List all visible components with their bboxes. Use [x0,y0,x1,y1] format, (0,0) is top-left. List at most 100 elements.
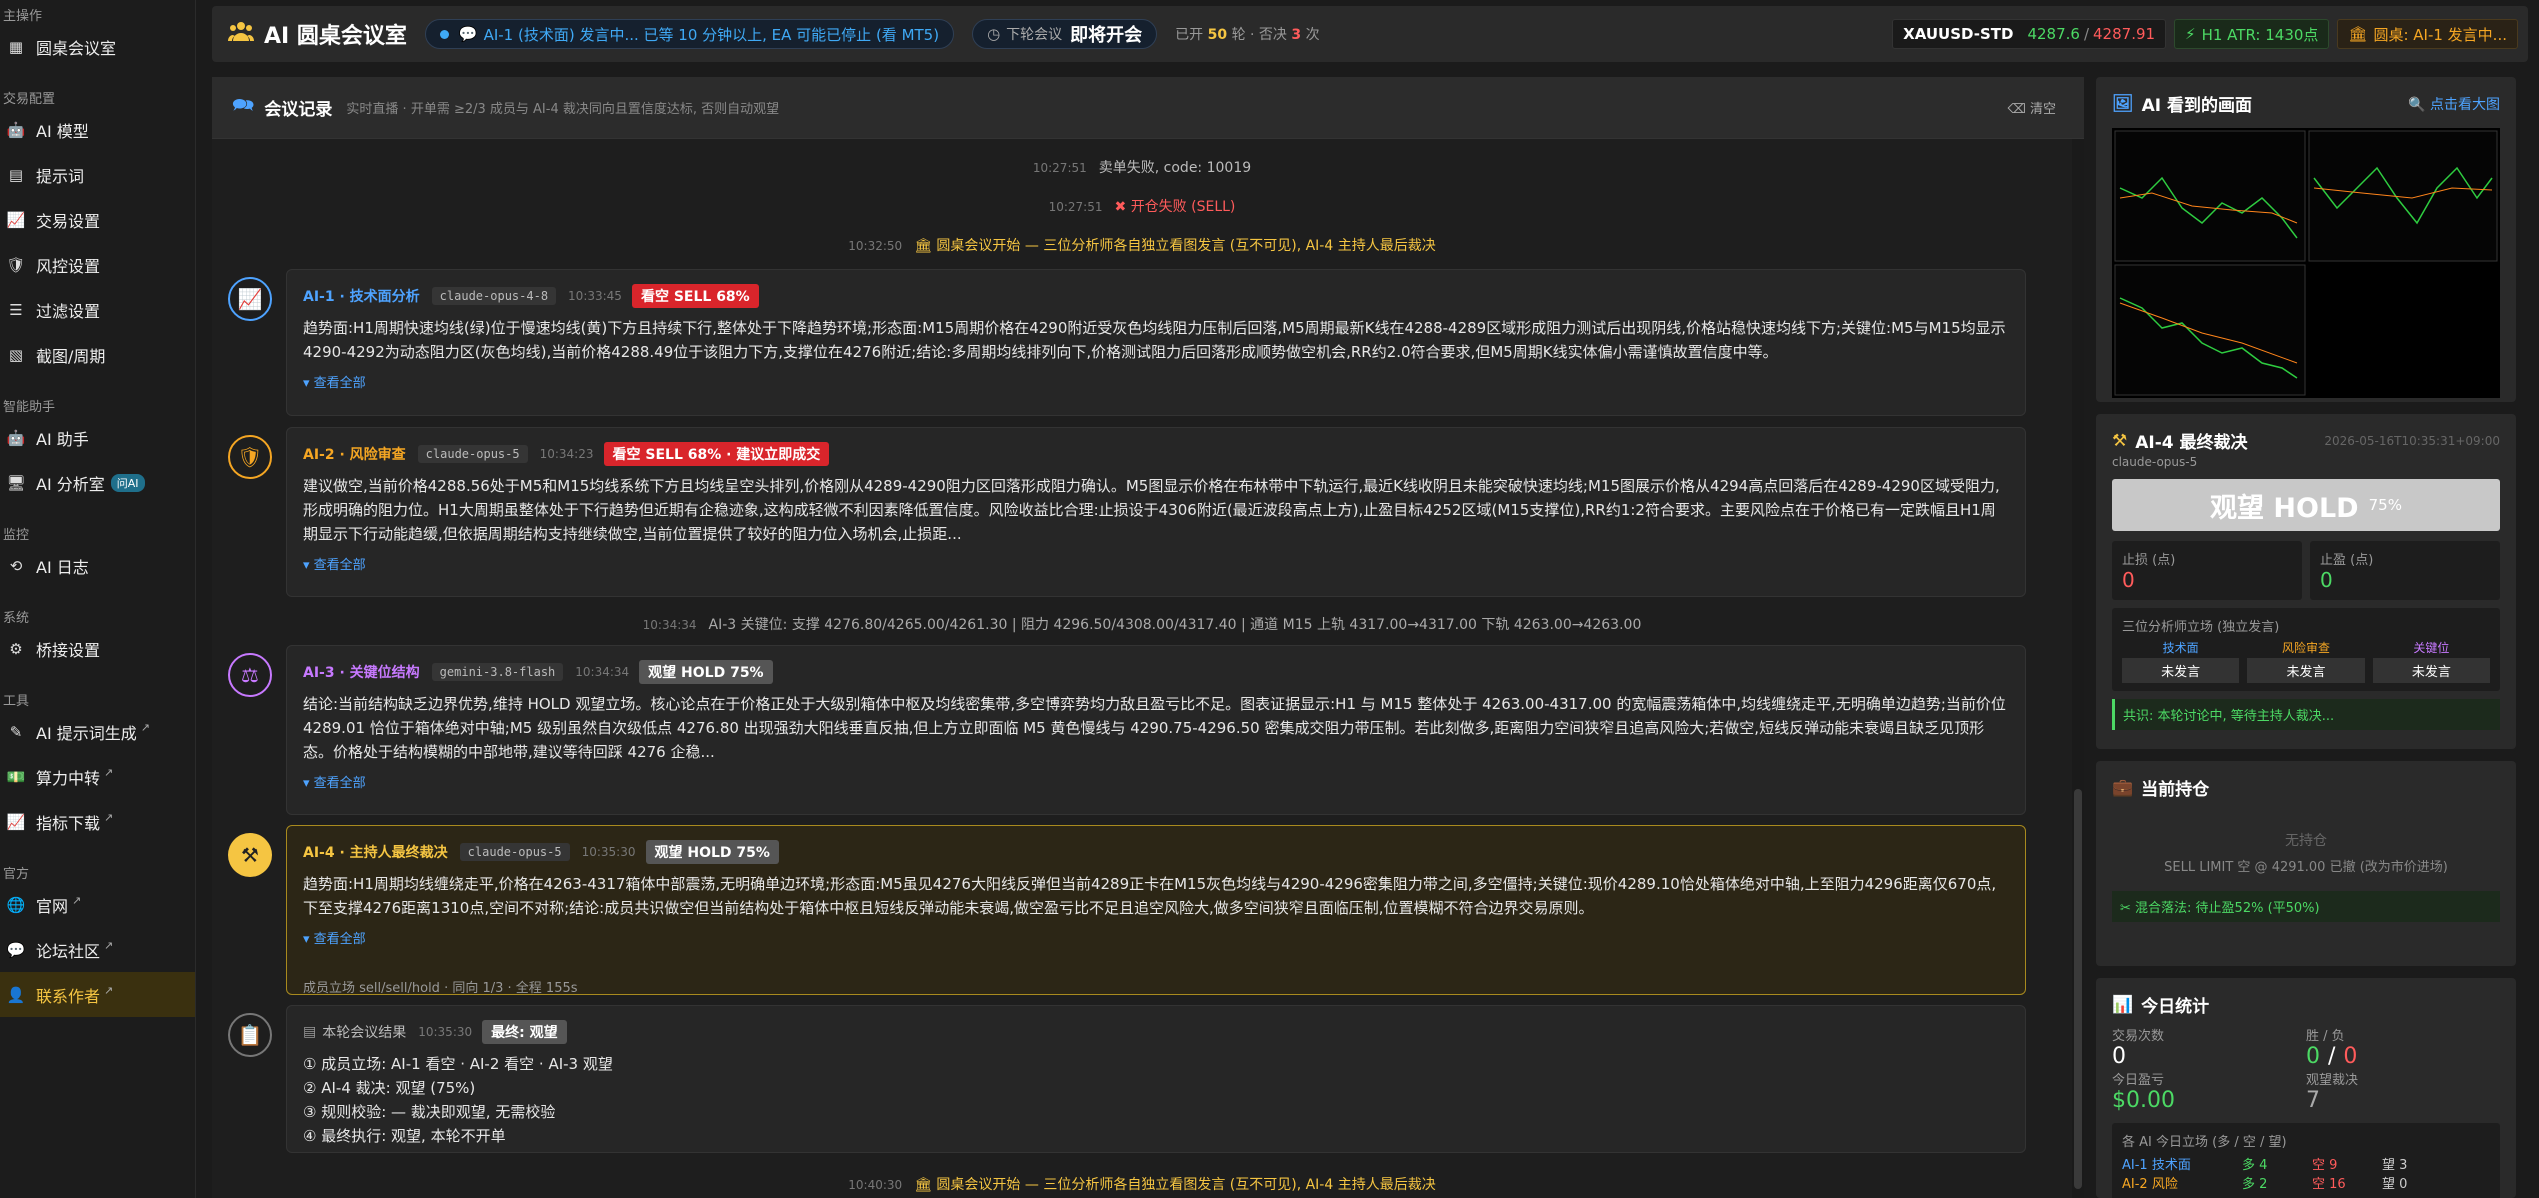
external-link-icon: ↗ [104,766,114,779]
chat-icon: 🗪 [232,94,255,116]
sidebar-item[interactable]: 🤖 AI 助手 [0,415,195,460]
expand-link[interactable]: ▾ 查看全部 [303,372,2009,391]
log-feed[interactable]: 10:27:51 卖单失败, code: 10019 10:27:51 ✖ 开仓失败… [212,139,2072,1198]
sidebar-item[interactable]: 🛡 风控设置 [0,242,195,287]
ai-name: AI-2 风险 [2122,1177,2178,1192]
sidebar-item[interactable]: ✎ AI 提示词生成 ↗ [0,709,195,754]
scrollbar[interactable] [2072,139,2084,1198]
sidebar-item[interactable]: 💵 算力中转 ↗ [0,754,195,799]
tools-icon: ✂ [2120,901,2136,916]
tp-value: 0 [2320,568,2333,592]
summary-line: ② AI-4 裁决: 观望 (75%) [303,1079,476,1097]
status-dot [439,29,449,39]
top-right: XAUUSD-STD 4287.6 / 4287.91 ⚡ H1 ATR: 14… [1892,19,2518,49]
tp-label: 止盈 (点) [2320,553,2374,568]
ai-short: 空 16 [2312,1177,2346,1192]
ai3-card: AI-3 · 关键位结构 gemini-3.8-flash 10:34:34 观望 H… [286,645,2026,815]
sidebar-item[interactable]: ⚙ 桥接设置 [0,626,195,671]
sidebar: 主操作 ▦ 圆桌会议室 交易配置 🤖 AI 模型 ▤ 提示词 📈 交易设置 🛡 风控设置 ☰ 过滤设置 ▧ 截… [0,0,196,1198]
doc-icon: ▤ [303,1024,317,1040]
bar-chart-icon: 📊 [2112,994,2134,1015]
msg-time: 10:33:45 [568,289,622,303]
sidebar-item-label: AI 分析室 [36,474,105,494]
veto-count: 3 [1291,27,1302,43]
sidebar-item[interactable]: 👤 联系作者 ↗ [0,972,195,1017]
log-text: 圆桌会议开始 — 三位分析师各自独立看图发言 (互不可见), AI-4 主持人最… [936,238,1436,254]
sidebar-item[interactable]: ☰ 过滤设置 [0,287,195,332]
stats-panel: 📊 今日统计 交易次数 0 胜 / 负 0/0 今日盈亏 $0.00 观望裁决 7 各 A… [2096,978,2516,1198]
image-icon: ▧ [8,345,24,364]
stat-value: $0.00 [2112,1088,2175,1113]
log-line: 10:27:51 ✖ 开仓失败 (SELL) [212,196,2072,216]
expand-link[interactable]: ▾ 查看全部 [303,928,2009,947]
sidebar-item[interactable]: ▧ 截图/周期 [0,332,195,377]
sidebar-item[interactable]: 🤖 AI 模型 [0,107,195,152]
clear-button[interactable]: ⌫ 清空 [2007,98,2056,117]
scrollbar-thumb[interactable] [2074,789,2082,1189]
ai-hold: 望 3 [2382,1158,2408,1173]
stat-value: 0 [2112,1044,2126,1069]
stats-grid: 交易次数 0 胜 / 负 0/0 今日盈亏 $0.00 观望裁决 7 [2112,1025,2500,1113]
ai1-card: AI-1 · 技术面分析 claude-opus-4-8 10:33:45 看空 SE… [286,269,2026,416]
summary-line: ① 成员立场: AI-1 看空 · AI-2 看空 · AI-3 观望 [303,1055,613,1073]
title-text: AI 圆桌会议室 [264,24,407,49]
msg-time: 10:35:30 [581,845,636,859]
msg-body: 趋势面:H1周期均线缠绕走平,价格在4263-4317箱体中部震荡,无明确单边环… [303,875,1997,917]
msg-body: 建议做空,当前价格4288.56处于M5和M15均线系统下方且均线呈空头排列,价… [303,477,2000,543]
stat-label: 观望裁决 [2306,1073,2359,1088]
price-box: XAUUSD-STD 4287.6 / 4287.91 [1892,19,2167,49]
sl-label: 止损 (点) [2122,553,2176,568]
sidebar-item[interactable]: ▦ 圆桌会议室 [0,24,195,69]
sidebar-item-label: 官网 [36,896,69,916]
sidebar-item-label: 联系作者 [36,986,101,1006]
ai-row: AI-1 技术面 多 4 空 9 望 3 [2122,1154,2490,1173]
sidebar-section-title: 智能助手 [3,400,56,415]
eraser-icon: ⌫ [2007,102,2030,117]
expand-link[interactable]: ▾ 查看全部 [303,772,2009,791]
log-time: 10:40:30 [848,1178,903,1192]
sidebar-item[interactable]: ⟲ AI 日志 [0,543,195,588]
ask-price: 4287.91 [2093,25,2156,43]
sidebar-item-label: 算力中转 [36,768,101,788]
chart-screenshot[interactable] [2112,128,2500,398]
log-text: 圆桌会议开始 — 三位分析师各自独立看图发言 (互不可见), AI-4 主持人最… [936,1177,1436,1193]
chart-icon: 📈 [228,277,272,321]
sidebar-section-title: 交易配置 [3,92,56,107]
model-tag: claude-opus-5 [459,843,570,861]
sidebar-item-label: AI 日志 [36,557,89,577]
vision-title: AI 看到的画面 [2141,96,2252,116]
sidebar-item[interactable]: 💬 论坛社区 ↗ [0,927,195,972]
building-icon: 🏛 [914,238,937,254]
sidebar-item-label: 提示词 [36,166,85,186]
consensus-bar: 共识: 本轮讨论中, 等待主持人裁决... [2112,699,2500,730]
sidebar-item[interactable]: ▤ 提示词 [0,152,195,197]
sidebar-item[interactable]: 📈 交易设置 [0,197,195,242]
next-meeting-pill: ◷ 下轮会议 即将开会 [972,19,1158,49]
status-text: AI-1 (技术面) 发言中... 已等 10 分钟以上, EA 可能已停止 (… [483,25,940,44]
speaking-badge: 🏛 圆桌: AI-1 发言中... [2337,19,2518,49]
sidebar-item-label: 指标下载 [36,813,101,833]
external-link-icon: ↗ [140,721,150,734]
lightning-icon: ⚡ [2185,25,2196,43]
sidebar-item[interactable]: 🖥 AI 分析室 问AI [0,460,195,505]
clock-icon: ◷ [987,25,1001,43]
sidebar-item[interactable]: 🌐 官网 ↗ [0,882,195,927]
position-title: 当前持仓 [2141,780,2210,800]
expand-link[interactable]: ▾ 查看全部 [303,554,2009,573]
meeting-log-panel: 🗪 会议记录 实时直播 · 开单需 ≥2/3 成员与 AI-4 裁决同向且置信度… [212,77,2084,1198]
ai-hold: 望 0 [2382,1177,2408,1192]
log-line: 10:40:30 🏛 圆桌会议开始 — 三位分析师各自独立看图发言 (互不可见),… [212,1174,2072,1194]
shield-icon: 🛡 [6,255,26,274]
sidebar-item-label: AI 助手 [36,429,89,449]
losses-value: 0 [2343,1044,2358,1069]
speaker-name: AI-4 · 主持人最终裁决 [303,845,448,861]
stance-value: 未发言 [2122,658,2240,683]
log-text: 卖单失败, code: 10019 [1098,160,1252,176]
msg-time: 10:34:23 [539,447,594,461]
error-icon: ✖ [1114,199,1131,215]
pnl-stat: 今日盈亏 $0.00 [2112,1069,2306,1113]
enlarge-link[interactable]: 🔍 点击看大图 [2408,94,2500,114]
stance-col: 技术面 未发言 [2122,639,2240,683]
ai-row: AI-2 风险 多 2 空 16 望 0 [2122,1173,2490,1192]
sidebar-item[interactable]: 📈 指标下载 ↗ [0,799,195,844]
